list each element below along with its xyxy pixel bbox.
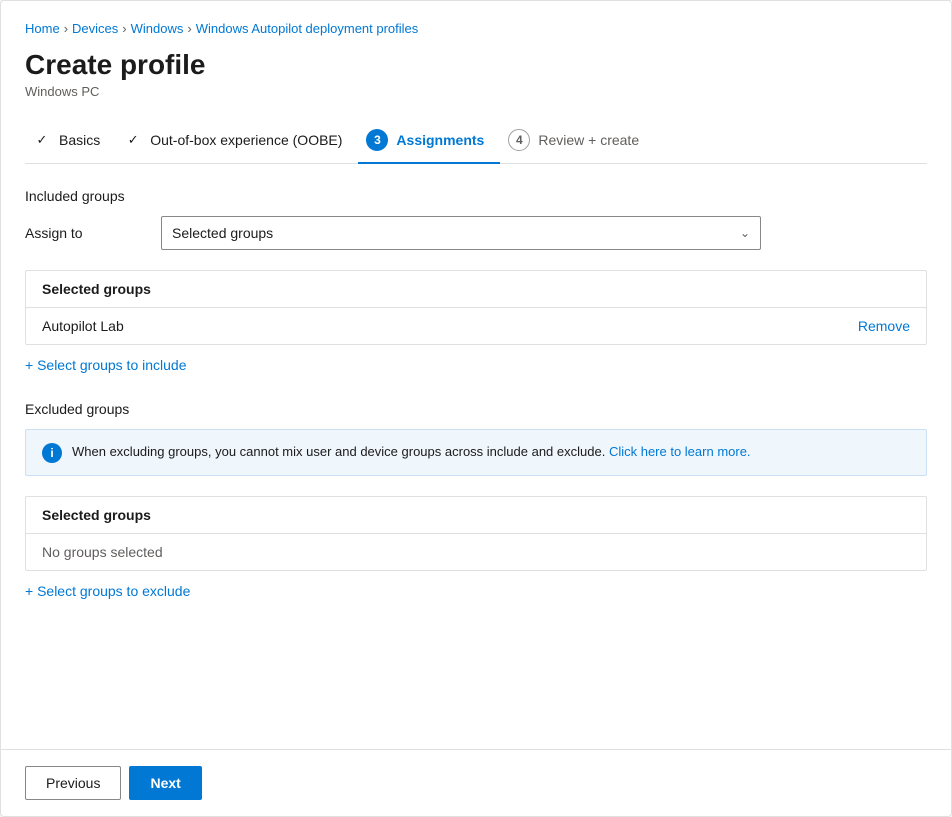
- info-icon: i: [42, 443, 62, 463]
- breadcrumb-profiles[interactable]: Windows Autopilot deployment profiles: [196, 21, 419, 36]
- assign-to-select[interactable]: Selected groups ⌄: [161, 216, 761, 250]
- excluded-group-row: No groups selected: [26, 534, 926, 570]
- autopilot-lab-label: Autopilot Lab: [42, 318, 124, 334]
- breadcrumb-home[interactable]: Home: [25, 21, 60, 36]
- page-title: Create profile: [25, 48, 927, 82]
- remove-included-button[interactable]: Remove: [858, 318, 910, 334]
- info-learn-more-link[interactable]: Click here to learn more.: [609, 444, 751, 459]
- content-area: Home › Devices › Windows › Windows Autop…: [1, 1, 951, 749]
- step-num-review: 4: [508, 129, 530, 151]
- step-review-label: Review + create: [538, 132, 639, 148]
- check-icon-basics: ✓: [33, 131, 51, 149]
- footer: Previous Next: [1, 749, 951, 816]
- page-subtitle: Windows PC: [25, 84, 927, 99]
- included-groups-label: Included groups: [25, 188, 927, 204]
- excluded-groups-header: Selected groups: [26, 497, 926, 534]
- breadcrumb-sep-1: ›: [64, 21, 68, 36]
- check-icon-oobe: ✓: [124, 131, 142, 149]
- wizard-steps: ✓ Basics ✓ Out-of-box experience (OOBE) …: [25, 119, 927, 164]
- info-box-text: When excluding groups, you cannot mix us…: [72, 442, 910, 462]
- breadcrumb-sep-3: ›: [187, 21, 191, 36]
- step-assignments[interactable]: 3 Assignments: [358, 119, 500, 163]
- breadcrumb-sep-2: ›: [122, 21, 126, 36]
- step-num-assignments: 3: [366, 129, 388, 151]
- assign-to-value: Selected groups: [172, 225, 273, 241]
- step-basics-label: Basics: [59, 132, 100, 148]
- step-oobe[interactable]: ✓ Out-of-box experience (OOBE): [116, 121, 358, 161]
- info-box: i When excluding groups, you cannot mix …: [25, 429, 927, 476]
- info-text: When excluding groups, you cannot mix us…: [72, 444, 605, 459]
- included-group-row: Autopilot Lab Remove: [26, 308, 926, 344]
- included-groups-header: Selected groups: [26, 271, 926, 308]
- included-groups-box: Selected groups Autopilot Lab Remove: [25, 270, 927, 345]
- select-exclude-link[interactable]: + Select groups to exclude: [25, 583, 190, 599]
- next-button[interactable]: Next: [129, 766, 201, 800]
- chevron-down-icon: ⌄: [740, 226, 750, 240]
- step-assignments-label: Assignments: [396, 132, 484, 148]
- breadcrumb: Home › Devices › Windows › Windows Autop…: [25, 21, 927, 36]
- no-groups-label: No groups selected: [42, 544, 163, 560]
- breadcrumb-devices[interactable]: Devices: [72, 21, 118, 36]
- assign-to-row: Assign to Selected groups ⌄: [25, 216, 927, 250]
- excluded-groups-box: Selected groups No groups selected: [25, 496, 927, 571]
- step-oobe-label: Out-of-box experience (OOBE): [150, 132, 342, 148]
- assign-to-label: Assign to: [25, 225, 145, 241]
- step-basics[interactable]: ✓ Basics: [25, 121, 116, 161]
- previous-button[interactable]: Previous: [25, 766, 121, 800]
- excluded-groups-label: Excluded groups: [25, 401, 927, 417]
- step-review[interactable]: 4 Review + create: [500, 119, 655, 163]
- select-include-link[interactable]: + Select groups to include: [25, 357, 187, 373]
- main-window: Home › Devices › Windows › Windows Autop…: [0, 0, 952, 817]
- breadcrumb-windows[interactable]: Windows: [131, 21, 184, 36]
